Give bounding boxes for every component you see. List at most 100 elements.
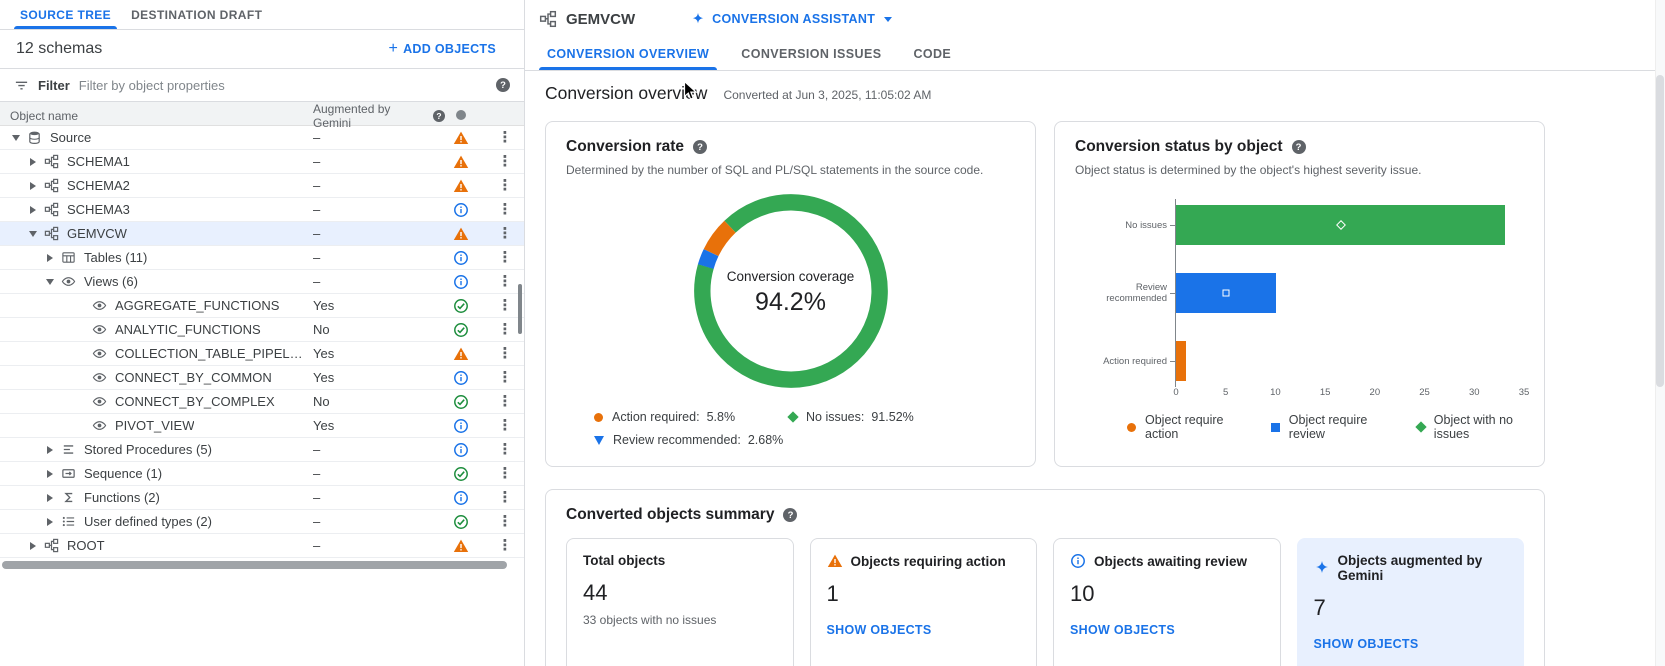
tree-row[interactable]: Functions (2) – ⋮ (0, 486, 524, 510)
row-menu-button[interactable]: ⋮ (485, 370, 525, 385)
tree-row[interactable]: Sequence (1) – ⋮ (0, 462, 524, 486)
augmented-value: Yes (305, 298, 445, 313)
tree-row-name-cell: PIVOT_VIEW (0, 418, 305, 433)
tree-horizontal-scrollbar[interactable] (2, 561, 507, 569)
converted-objects-summary-card: Converted objects summary ? Total object… (545, 489, 1545, 666)
tree-row[interactable]: Source – ⋮ (0, 126, 524, 150)
objects-awaiting-review-value: 10 (1070, 581, 1264, 607)
expand-arrow-icon[interactable] (42, 443, 57, 457)
x-tick-label: 30 (1469, 387, 1480, 398)
row-menu-button[interactable]: ⋮ (485, 490, 525, 505)
expand-arrow-icon[interactable] (42, 275, 57, 289)
row-menu-button[interactable]: ⋮ (485, 178, 525, 193)
show-objects-action-link[interactable]: SHOW OBJECTS (827, 623, 932, 637)
show-objects-gemini-link[interactable]: SHOW OBJECTS (1314, 637, 1419, 651)
expand-arrow-icon[interactable] (42, 251, 57, 265)
row-menu-button[interactable]: ⋮ (485, 394, 525, 409)
x-tick-label: 20 (1370, 387, 1381, 398)
augmented-value: – (305, 250, 445, 265)
total-objects-value: 44 (583, 580, 777, 606)
status-icon (453, 322, 469, 338)
object-name: Tables (11) (84, 250, 147, 265)
show-objects-review-link[interactable]: SHOW OBJECTS (1070, 623, 1175, 637)
expand-arrow-icon[interactable] (25, 203, 40, 217)
conversion-rate-title: Conversion rate (566, 138, 684, 156)
filter-help-icon[interactable]: ? (496, 78, 510, 92)
conversion-rate-help-icon[interactable]: ? (693, 140, 707, 154)
tree-row[interactable]: PIVOT_VIEW Yes ⋮ (0, 414, 524, 438)
expand-arrow-icon[interactable] (25, 227, 40, 241)
page-vertical-scrollbar[interactable] (1655, 0, 1665, 666)
object-type-icon (44, 226, 59, 241)
tree-row[interactable]: Views (6) – ⋮ (0, 270, 524, 294)
expand-arrow-icon[interactable] (42, 467, 57, 481)
status-column-icon (456, 110, 466, 120)
tab-conversion-overview[interactable]: CONVERSION OVERVIEW (531, 38, 725, 70)
row-menu-button[interactable]: ⋮ (485, 466, 525, 481)
row-menu-button[interactable]: ⋮ (485, 442, 525, 457)
tree-vertical-scrollbar[interactable] (518, 284, 522, 334)
row-menu-button[interactable]: ⋮ (485, 538, 525, 553)
expand-arrow-icon[interactable] (42, 515, 57, 529)
conversion-status-help-icon[interactable]: ? (1292, 140, 1306, 154)
blue-triangle-icon (594, 436, 604, 445)
converted-at-timestamp: Converted at Jun 3, 2025, 11:05:02 AM (723, 88, 931, 102)
tree-row[interactable]: SCHEMA3 – ⋮ (0, 198, 524, 222)
tab-destination-draft[interactable]: DESTINATION DRAFT (121, 0, 272, 29)
tab-source-tree[interactable]: SOURCE TREE (10, 0, 121, 29)
left-panel-tabs: SOURCE TREE DESTINATION DRAFT (0, 0, 524, 30)
tree-row[interactable]: GEMVCW – ⋮ (0, 222, 524, 246)
add-objects-label: ADD OBJECTS (403, 42, 496, 56)
orange-circle-icon (1127, 423, 1136, 432)
tree-row[interactable]: AGGREGATE_FUNCTIONS Yes ⋮ (0, 294, 524, 318)
filter-label: Filter (38, 78, 70, 93)
tab-code[interactable]: CODE (897, 38, 967, 70)
row-menu-button[interactable]: ⋮ (485, 154, 525, 169)
tree-row[interactable]: SCHEMA2 – ⋮ (0, 174, 524, 198)
expand-arrow-icon[interactable] (25, 155, 40, 169)
summary-help-icon[interactable]: ? (783, 508, 797, 522)
object-type-icon (61, 466, 76, 481)
conversion-assistant-label: CONVERSION ASSISTANT (712, 12, 875, 26)
object-type-icon (44, 538, 59, 553)
tree-row[interactable]: Tables (11) – ⋮ (0, 246, 524, 270)
row-menu-button[interactable]: ⋮ (485, 130, 525, 145)
tree-row[interactable]: User defined types (2) – ⋮ (0, 510, 524, 534)
row-menu-button[interactable]: ⋮ (485, 226, 525, 241)
expand-arrow-icon[interactable] (25, 179, 40, 193)
donut-legend: Action required: 5.8% No issues: 91.52% … (566, 410, 1015, 447)
object-name: AGGREGATE_FUNCTIONS (115, 298, 279, 313)
tree-row[interactable]: ROOT – ⋮ (0, 534, 524, 558)
tree-row-name-cell: CONNECT_BY_COMMON (0, 370, 305, 385)
expand-arrow-icon[interactable] (42, 491, 57, 505)
tree-row[interactable]: Stored Procedures (5) – ⋮ (0, 438, 524, 462)
status-icon (453, 226, 469, 242)
tree-row[interactable]: CONNECT_BY_COMMON Yes ⋮ (0, 366, 524, 390)
row-menu-button[interactable]: ⋮ (485, 202, 525, 217)
scrollbar-thumb[interactable] (1656, 75, 1664, 387)
objects-awaiting-review-label: Objects awaiting review (1094, 554, 1247, 569)
filter-input[interactable] (79, 78, 487, 93)
augmented-value: No (305, 322, 445, 337)
expand-arrow-icon[interactable] (8, 131, 23, 145)
tab-conversion-issues[interactable]: CONVERSION ISSUES (725, 38, 897, 70)
bar-chart-ticks: 05101520253035 (1176, 387, 1524, 401)
row-menu-button[interactable]: ⋮ (485, 514, 525, 529)
overview-content: Conversion overview Converted at Jun 3, … (525, 71, 1665, 666)
tree-row[interactable]: SCHEMA1 – ⋮ (0, 150, 524, 174)
tree-row[interactable]: ANALYTIC_FUNCTIONS No ⋮ (0, 318, 524, 342)
tree-row[interactable]: CONNECT_BY_COMPLEX No ⋮ (0, 390, 524, 414)
status-icon (453, 298, 469, 314)
donut-center-value: 94.2% (755, 288, 826, 317)
tree-row[interactable]: COLLECTION_TABLE_PIPELINED_VIEW Yes ⋮ (0, 342, 524, 366)
row-menu-button[interactable]: ⋮ (485, 418, 525, 433)
conversion-assistant-button[interactable]: CONVERSION ASSISTANT (691, 12, 892, 26)
add-objects-button[interactable]: + ADD OBJECTS (388, 41, 496, 57)
object-type-icon (61, 490, 76, 505)
square-marker-icon (1222, 290, 1229, 297)
row-menu-button[interactable]: ⋮ (485, 250, 525, 265)
expand-arrow-icon[interactable] (25, 539, 40, 553)
app-window: SOURCE TREE DESTINATION DRAFT 12 schemas… (0, 0, 1665, 666)
row-menu-button[interactable]: ⋮ (485, 346, 525, 361)
augmented-help-icon[interactable]: ? (433, 110, 445, 122)
